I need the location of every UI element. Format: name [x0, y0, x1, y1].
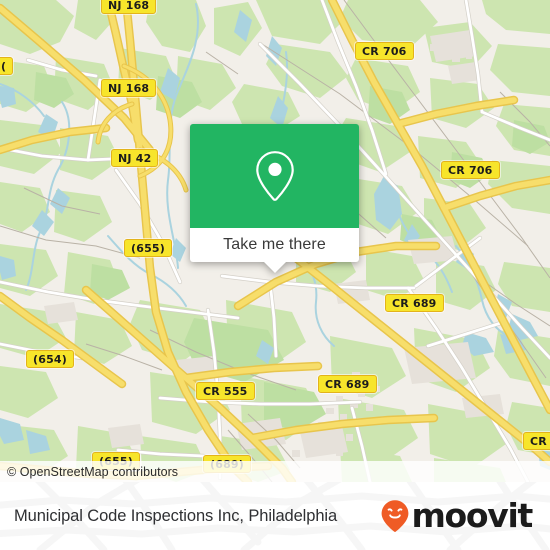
moovit-wordmark: moovit	[411, 496, 533, 535]
road-label-nj168: NJ 168	[101, 79, 157, 97]
popup-action-bar[interactable]: Take me there	[190, 228, 359, 273]
map-canvas[interactable]: NJ 168 NJ 168 NJ 42 (655) (654) CR 555 (…	[0, 0, 550, 482]
map-pin-icon	[255, 151, 294, 201]
location-popup[interactable]: Take me there	[190, 124, 359, 273]
popup-image-area	[190, 124, 359, 228]
road-label-nj42: NJ 42	[111, 149, 159, 167]
road-label-654: (654)	[26, 350, 75, 368]
map-attribution[interactable]: © OpenStreetMap contributors	[0, 461, 550, 482]
screenshot-root: NJ 168 NJ 168 NJ 42 (655) (654) CR 555 (…	[0, 0, 550, 550]
footer-bar: Municipal Code Inspections Inc, Philadel…	[0, 482, 550, 550]
road-label-clipped-left: (	[0, 57, 14, 75]
road-label-nj168-top: NJ 168	[101, 0, 157, 14]
moovit-smiley-pin-icon	[382, 500, 409, 532]
attribution-text: © OpenStreetMap contributors	[7, 464, 179, 479]
footer-content: Municipal Code Inspections Inc, Philadel…	[0, 482, 550, 550]
moovit-brand[interactable]: moovit	[380, 496, 533, 535]
road-label-cr689-lower: CR 689	[318, 375, 377, 393]
take-me-there-label: Take me there	[223, 236, 326, 253]
popup-pointer-tail	[263, 262, 286, 273]
road-label-cr7-clipped: CR 7	[523, 432, 550, 450]
road-label-cr555: CR 555	[196, 382, 255, 400]
road-label-655-mid: (655)	[124, 239, 173, 257]
page-title: Municipal Code Inspections Inc, Philadel…	[14, 506, 338, 525]
road-label-cr706-upper: CR 706	[355, 42, 414, 60]
road-label-cr689-upper: CR 689	[385, 294, 444, 312]
road-label-cr706-right: CR 706	[441, 161, 500, 179]
